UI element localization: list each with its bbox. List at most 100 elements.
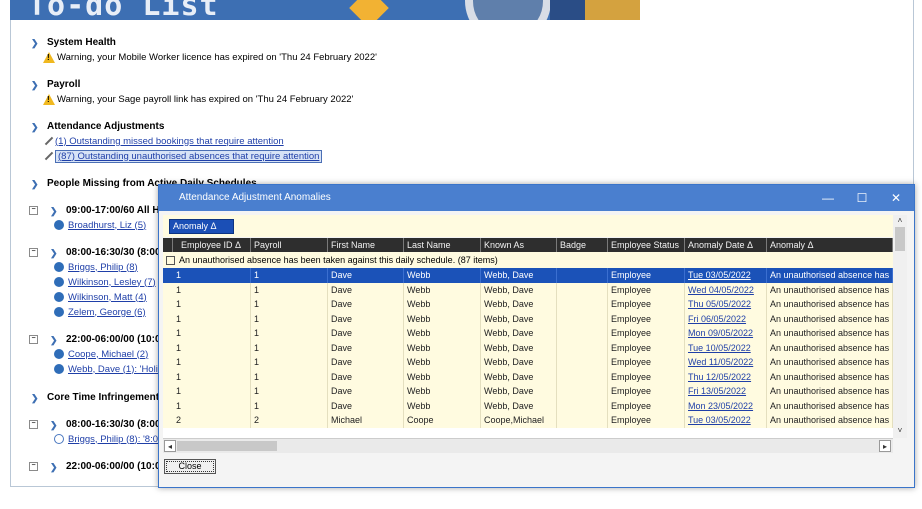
- person-link[interactable]: Wilkinson, Lesley (7): [68, 277, 156, 288]
- table-cell[interactable]: Fri 06/05/2022: [685, 311, 767, 326]
- column-header[interactable]: First Name: [328, 238, 404, 252]
- column-header[interactable]: Known As: [481, 238, 557, 252]
- tree-toggle[interactable]: −: [29, 248, 38, 257]
- column-header[interactable]: Badge: [557, 238, 608, 252]
- table-cell: An unauthorised absence has b...: [767, 311, 893, 326]
- table-cell: 1: [251, 311, 328, 326]
- table-cell: [557, 311, 608, 326]
- table-cell: 1: [173, 326, 251, 341]
- scroll-up-icon[interactable]: ˄: [894, 215, 906, 227]
- table-row[interactable]: 1 1 Dave Webb Webb, Dave Employee Thu 12/05/20…: [163, 369, 893, 384]
- table-cell[interactable]: Tue 03/05/2022: [685, 268, 767, 283]
- close-icon[interactable]: ✕: [879, 188, 913, 208]
- horizontal-scrollbar[interactable]: ◂ ▸: [163, 438, 893, 453]
- table-cell[interactable]: Thu 05/05/2022: [685, 297, 767, 312]
- info-icon: [54, 277, 64, 287]
- person-link[interactable]: Webb, Dave (1): 'Holid: [68, 364, 163, 375]
- table-cell: Webb: [404, 282, 481, 297]
- table-cell[interactable]: Fri 13/05/2022: [685, 384, 767, 399]
- person-link[interactable]: Coope, Michael (2): [68, 349, 148, 360]
- scrollbar-thumb[interactable]: [895, 227, 905, 251]
- missed-bookings-link[interactable]: (1) Outstanding missed bookings that req…: [55, 136, 284, 147]
- group-by-panel[interactable]: Anomaly Δ: [163, 215, 897, 237]
- table-row[interactable]: 1 1 Dave Webb Webb, Dave Employee Fri 13/05/20…: [163, 384, 893, 399]
- collapse-chevron-icon[interactable]: ❯: [31, 38, 41, 48]
- group-chip-anomaly[interactable]: Anomaly Δ: [169, 219, 234, 234]
- minimize-button[interactable]: —: [811, 188, 845, 208]
- collapse-chevron-icon[interactable]: ❯: [50, 206, 60, 216]
- table-cell[interactable]: Tue 03/05/2022: [685, 413, 767, 428]
- collapse-chevron-icon[interactable]: ❯: [31, 393, 41, 403]
- table-row[interactable]: 1 1 Dave Webb Webb, Dave Employee Wed 04/05/20…: [163, 282, 893, 297]
- vertical-scrollbar[interactable]: ˄ ˅: [893, 215, 907, 438]
- person-link[interactable]: Zelem, George (6): [68, 307, 146, 318]
- section-title: Payroll: [47, 79, 81, 90]
- group-row[interactable]: An unauthorised absence has been taken a…: [163, 252, 893, 268]
- table-cell: 1: [251, 355, 328, 370]
- schedule-label: 22:00-06:00/00 (10:0: [66, 461, 161, 472]
- person-link[interactable]: Briggs, Philip (8): '8:064: [68, 434, 169, 445]
- collapse-chevron-icon[interactable]: ❯: [50, 335, 60, 345]
- collapse-chevron-icon[interactable]: ❯: [50, 462, 60, 472]
- table-cell[interactable]: Wed 04/05/2022: [685, 282, 767, 297]
- table-row[interactable]: 1 1 Dave Webb Webb, Dave Employee Thu 05/05/20…: [163, 297, 893, 312]
- collapse-chevron-icon[interactable]: ❯: [31, 179, 41, 189]
- tree-toggle[interactable]: −: [29, 206, 38, 215]
- expand-checkbox[interactable]: [166, 256, 175, 266]
- column-header[interactable]: Employee Status: [608, 238, 685, 252]
- collapse-chevron-icon[interactable]: ❯: [50, 420, 60, 430]
- table-cell: Webb: [404, 398, 481, 413]
- table-cell[interactable]: Thu 12/05/2022: [685, 369, 767, 384]
- person-link[interactable]: Broadhurst, Liz (5): [68, 220, 146, 231]
- table-row[interactable]: 1 1 Dave Webb Webb, Dave Employee Mon 23/05/20…: [163, 398, 893, 413]
- table-row[interactable]: 1 1 Dave Webb Webb, Dave Employee Fri 06/05/20…: [163, 311, 893, 326]
- header-spacer: [163, 238, 173, 252]
- table-cell: Webb, Dave: [481, 398, 557, 413]
- table-cell[interactable]: Mon 23/05/2022: [685, 398, 767, 413]
- scroll-left-icon[interactable]: ◂: [164, 440, 176, 452]
- schedule-group: − ❯ 22:00-06:00/00 (10:0 Coope, Michael (2…: [29, 334, 163, 375]
- anomalies-grid[interactable]: Employee ID Δ Payroll First Name Last Na…: [163, 238, 893, 438]
- table-cell: Dave: [328, 268, 404, 283]
- unauthorised-absences-link[interactable]: (87) Outstanding unauthorised absences t…: [55, 149, 323, 163]
- table-cell[interactable]: Mon 09/05/2022: [685, 326, 767, 341]
- table-cell[interactable]: Tue 10/05/2022: [685, 340, 767, 355]
- anomalies-dialog: Attendance Adjustment Anomalies — ☐ ✕ An…: [158, 184, 915, 488]
- scroll-right-icon[interactable]: ▸: [879, 440, 891, 452]
- table-row[interactable]: 1 1 Dave Webb Webb, Dave Employee Wed 11/05/20…: [163, 355, 893, 370]
- tree-toggle[interactable]: −: [29, 335, 38, 344]
- table-cell: Employee: [608, 413, 685, 428]
- collapse-chevron-icon[interactable]: ❯: [31, 80, 41, 90]
- column-header[interactable]: Anomaly Date Δ: [685, 238, 767, 252]
- table-cell: Webb: [404, 268, 481, 283]
- section-title: System Health: [47, 37, 116, 48]
- scroll-down-icon[interactable]: ˅: [894, 425, 906, 437]
- scrollbar-thumb[interactable]: [177, 441, 277, 451]
- table-cell: Employee: [608, 268, 685, 283]
- group-row-text: An unauthorised absence has been taken a…: [179, 255, 498, 265]
- table-cell: 1: [173, 355, 251, 370]
- tree-toggle[interactable]: −: [29, 462, 38, 471]
- schedule-group: − ❯ 22:00-06:00/00 (10:0: [29, 461, 161, 472]
- column-header[interactable]: Payroll: [251, 238, 328, 252]
- table-cell[interactable]: Wed 11/05/2022: [685, 355, 767, 370]
- table-row[interactable]: 1 1 Dave Webb Webb, Dave Employee Mon 09/05/20…: [163, 326, 893, 341]
- collapse-chevron-icon[interactable]: ❯: [31, 122, 41, 132]
- dialog-titlebar[interactable]: Attendance Adjustment Anomalies — ☐ ✕: [159, 185, 914, 211]
- tree-toggle[interactable]: −: [29, 420, 38, 429]
- maximize-button[interactable]: ☐: [845, 188, 879, 208]
- table-row[interactable]: 1 1 Dave Webb Webb, Dave Employee Tue 03/05/20…: [163, 268, 893, 283]
- collapse-chevron-icon[interactable]: ❯: [50, 248, 60, 258]
- close-button[interactable]: Close: [164, 459, 216, 474]
- column-header[interactable]: Last Name: [404, 238, 481, 252]
- column-header[interactable]: Employee ID Δ: [173, 238, 251, 252]
- person-link[interactable]: Wilkinson, Matt (4): [68, 292, 147, 303]
- table-cell: 1: [173, 268, 251, 283]
- table-cell: An unauthorised absence has b...: [767, 326, 893, 341]
- person-link[interactable]: Briggs, Philip (8): [68, 262, 138, 273]
- table-row[interactable]: 1 1 Dave Webb Webb, Dave Employee Tue 10/05/20…: [163, 340, 893, 355]
- table-cell: 1: [251, 384, 328, 399]
- table-cell: An unauthorised absence has b...: [767, 384, 893, 399]
- table-row[interactable]: 2 2 Michael Coope Coope,Michael Employee Tue 0…: [163, 413, 893, 428]
- column-header[interactable]: Anomaly Δ: [767, 238, 893, 252]
